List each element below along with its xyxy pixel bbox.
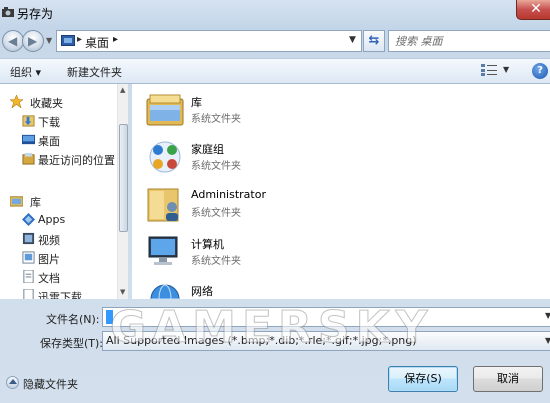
- thunder-downloads-icon: [23, 289, 34, 299]
- list-item[interactable]: 网络: [132, 276, 432, 299]
- videos-icon: [22, 232, 35, 245]
- desktop-icon: [22, 134, 35, 145]
- homegroup-icon: [149, 141, 181, 173]
- file-type: 系统文件夹: [191, 114, 241, 125]
- desktop-folder-icon: [61, 35, 75, 46]
- downloads-folder-icon: [22, 115, 35, 127]
- search-input[interactable]: [395, 33, 535, 49]
- filename-dropdown-icon[interactable]: ▼: [545, 311, 550, 320]
- sidebar-item-videos[interactable]: 视频: [0, 230, 118, 248]
- sidebar-item-thunder-downloads[interactable]: 迅雷下载: [0, 287, 118, 299]
- app-icon: [2, 7, 14, 17]
- filetype-dropdown-icon[interactable]: ▼: [545, 336, 550, 345]
- sidebar-item-label: 迅雷下载: [38, 291, 82, 299]
- refresh-button[interactable]: ⇆: [363, 30, 385, 52]
- sidebar-item-recent-places[interactable]: 最近访问的位置: [0, 150, 118, 168]
- close-button[interactable]: ✕: [516, 0, 550, 20]
- breadcrumb-separator-icon[interactable]: ▸: [77, 34, 82, 45]
- sidebar-item-label: 收藏夹: [30, 97, 63, 110]
- pictures-icon: [22, 251, 35, 264]
- back-button[interactable]: ◀: [2, 30, 24, 52]
- user-folder-icon: [147, 188, 179, 222]
- navigation-pane: 收藏夹 下载 桌面 最近访问的位置 库 Apps 视频 图片 文档 迅雷下载 ▲…: [0, 84, 128, 299]
- sidebar-item-label: 图片: [38, 253, 60, 266]
- cancel-button[interactable]: 取消: [473, 366, 543, 392]
- sidebar-item-label: 库: [30, 196, 41, 209]
- list-item[interactable]: 家庭组 系统文件夹: [132, 134, 432, 182]
- address-bar[interactable]: ▸ 桌面 ▸ ▼: [56, 30, 362, 52]
- list-item[interactable]: Administrator 系统文件夹: [132, 181, 432, 229]
- organize-menu[interactable]: 组织 ▾: [10, 64, 41, 80]
- sidebar-scrollbar[interactable]: ▲ ▼: [117, 84, 128, 299]
- sidebar-item-label: Apps: [38, 213, 66, 226]
- view-options-icon[interactable]: [481, 64, 497, 76]
- library-folder-icon: [146, 94, 184, 126]
- filename-label: 文件名(N):: [46, 313, 100, 326]
- back-arrow-icon: ◀: [8, 34, 18, 48]
- sidebar-item-pictures[interactable]: 图片: [0, 249, 118, 267]
- file-name: Administrator: [191, 188, 266, 201]
- file-type: 系统文件夹: [191, 208, 241, 219]
- command-bar: 组织 ▾ 新建文件夹 ▼ ?: [0, 58, 550, 84]
- file-list: 库 系统文件夹 家庭组 系统文件夹 Administrator 系统文件夹 计算…: [132, 84, 550, 299]
- sidebar-item-label: 桌面: [38, 135, 60, 148]
- save-as-dialog: 另存为 ✕ ◀ ▶ ▼ ▸ 桌面 ▸ ▼ ⇆ 组织 ▾ 新建文件夹 ▼ ? 收藏…: [0, 0, 550, 403]
- scroll-down-icon[interactable]: ▼: [120, 288, 125, 296]
- sidebar-item-label: 视频: [38, 234, 60, 247]
- collapse-icon: [6, 376, 19, 389]
- search-box[interactable]: [388, 30, 550, 52]
- libraries-icon: [10, 196, 23, 207]
- help-icon[interactable]: ?: [532, 63, 548, 79]
- forward-button[interactable]: ▶: [22, 30, 44, 52]
- sidebar-item-apps[interactable]: Apps: [0, 211, 118, 229]
- watermark: GAMERSKY: [110, 302, 434, 354]
- breadcrumb-current[interactable]: 桌面: [85, 34, 109, 51]
- network-icon: [150, 284, 180, 299]
- sidebar-item-downloads[interactable]: 下载: [0, 112, 118, 130]
- documents-icon: [23, 270, 34, 283]
- hide-folders-label: 隐藏文件夹: [23, 378, 78, 391]
- sidebar-item-label: 文档: [38, 272, 60, 285]
- computer-icon: [148, 236, 178, 265]
- file-type: 系统文件夹: [191, 256, 241, 267]
- file-type: 系统文件夹: [191, 161, 241, 172]
- recent-places-icon: [22, 152, 35, 165]
- list-item[interactable]: 库 系统文件夹: [132, 87, 432, 135]
- star-icon: [10, 95, 23, 108]
- sidebar-item-label: 最近访问的位置: [38, 154, 115, 167]
- list-item[interactable]: 计算机 系统文件夹: [132, 229, 432, 277]
- forward-arrow-icon: ▶: [28, 34, 38, 48]
- title-bar[interactable]: 另存为 ✕: [0, 0, 550, 26]
- file-name: 网络: [191, 285, 213, 298]
- new-folder-button[interactable]: 新建文件夹: [67, 64, 122, 80]
- address-dropdown-icon[interactable]: ▼: [349, 35, 356, 45]
- sidebar-item-desktop[interactable]: 桌面: [0, 131, 118, 149]
- file-name: 计算机: [191, 238, 224, 251]
- filetype-label: 保存类型(T):: [40, 337, 104, 350]
- sidebar-item-label: 下载: [38, 116, 60, 129]
- save-button[interactable]: 保存(S): [388, 366, 458, 392]
- breadcrumb-chevron-icon[interactable]: ▸: [113, 34, 118, 45]
- scroll-up-icon[interactable]: ▲: [120, 86, 125, 94]
- scrollbar-thumb[interactable]: [119, 124, 128, 232]
- sidebar-item-favorites[interactable]: 收藏夹: [0, 93, 118, 111]
- sidebar-item-documents[interactable]: 文档: [0, 268, 118, 286]
- file-name: 家庭组: [191, 143, 224, 156]
- apps-icon: [22, 213, 35, 226]
- view-dropdown-icon[interactable]: ▼: [503, 65, 509, 74]
- sidebar-item-libraries[interactable]: 库: [0, 192, 118, 210]
- window-title: 另存为: [17, 7, 54, 21]
- recent-locations-dropdown[interactable]: ▼: [46, 36, 52, 45]
- file-name: 库: [191, 96, 202, 109]
